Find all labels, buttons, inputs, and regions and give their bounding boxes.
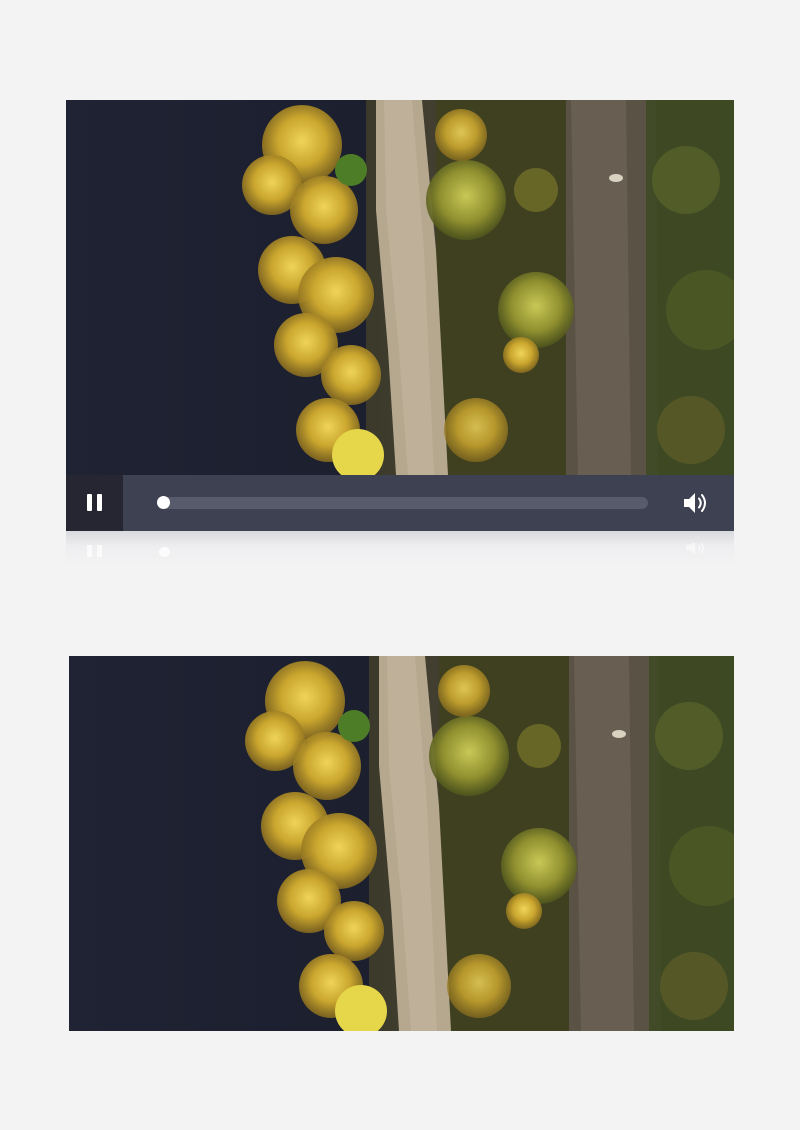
pause-icon <box>87 494 92 511</box>
progress-knob[interactable] <box>157 496 170 509</box>
pause-button[interactable] <box>66 475 123 531</box>
video-scene-image <box>66 100 734 475</box>
video-frame-still[interactable] <box>66 656 734 1031</box>
reflection-pause-icon <box>87 545 92 557</box>
reflection-progress-knob <box>159 547 170 557</box>
video-frame[interactable] <box>66 100 734 475</box>
reflection-volume-icon <box>686 543 704 555</box>
pause-icon-bar <box>97 494 102 511</box>
video-controls-bar <box>66 475 734 531</box>
video-scene-image <box>69 656 734 1031</box>
reflection-pause-icon-bar <box>97 545 102 557</box>
volume-button[interactable] <box>682 490 710 516</box>
volume-icon <box>684 493 706 513</box>
controls-reflection <box>66 531 734 565</box>
progress-bar[interactable] <box>157 496 648 509</box>
